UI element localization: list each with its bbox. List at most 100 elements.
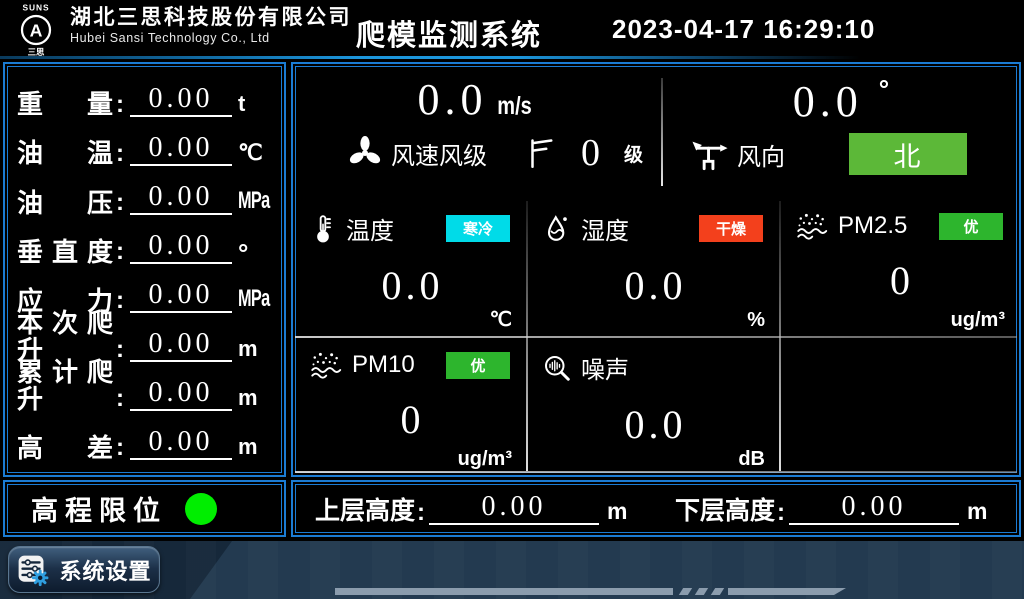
page-title: 爬模监测系统 [356, 12, 542, 54]
wind-level-unit: 级 [624, 140, 643, 167]
colon: : [116, 238, 124, 266]
measure-value: 0.00 [149, 328, 214, 359]
system-settings-label: 系统设置 [59, 554, 151, 586]
measure-row-verticality: 垂直度: 0.00 ° [17, 222, 274, 266]
sensor-cell-temperature: 温度 寒冷 0.0 ℃ [293, 197, 526, 336]
sensor-value: 0.0 [542, 401, 769, 448]
status-badge-good: 优 [939, 213, 1003, 240]
datetime-display: 2023-04-17 16:29:10 [612, 14, 875, 45]
sliders-gear-icon [16, 553, 50, 587]
svg-text:A: A [30, 21, 43, 41]
measure-unit: m [238, 336, 274, 364]
header: SUNS A 三思 湖北三思科技股份有限公司 Hubei Sansi Techn… [0, 0, 1024, 59]
colon: : [777, 499, 785, 527]
sensor-cell-pm10: PM10 优 0 ug/m³ [293, 336, 526, 475]
measure-value-field: 0.00 [130, 328, 232, 362]
sensor-cell-noise: 噪声 0.0 dB [526, 336, 779, 475]
measure-value: 0.00 [149, 181, 214, 212]
status-badge-good: 优 [446, 352, 510, 379]
sensor-value: 0.0 [542, 262, 769, 309]
sensor-unit: dB [738, 448, 765, 471]
colon: : [116, 91, 124, 119]
sensor-unit: ug/m³ [458, 448, 512, 471]
climbing-formwork-monitor-screen: SUNS A 三思 湖北三思科技股份有限公司 Hubei Sansi Techn… [0, 0, 1024, 599]
colon: : [116, 189, 124, 217]
measure-unit: t [238, 91, 274, 119]
thermometer-icon [309, 213, 337, 245]
measure-row-total-climb: 累计爬升: 0.00 m [17, 369, 274, 413]
measure-row-height-difference: 高差: 0.00 m [17, 418, 274, 462]
status-badge-dry: 干燥 [699, 215, 763, 242]
wind-speed-block: 0.0m/s 风速风级 [293, 64, 661, 197]
wind-vane-icon [691, 136, 729, 172]
measure-label: 油温 [17, 140, 113, 167]
wind-speed-label: 风速风级 [391, 136, 487, 171]
wind-speed-value: 0.0 [417, 75, 487, 124]
company-name-cn: 湖北三思科技股份有限公司 [70, 5, 352, 31]
measure-unit: MPa [238, 285, 274, 315]
colon: : [417, 499, 425, 527]
measure-value-field: 0.00 [130, 279, 232, 313]
grid-divider [295, 336, 1017, 338]
measure-value-field: 0.00 [130, 83, 232, 117]
measure-value-field: 0.00 [130, 181, 232, 215]
elevation-limit-label: 高程限位 [31, 489, 167, 528]
sensor-unit: % [747, 309, 765, 332]
wind-direction-label: 风向 [737, 137, 785, 172]
sensor-cell-pm25: PM2.5 优 0 ug/m³ [779, 197, 1019, 336]
measure-value-field: 0.00 [130, 377, 232, 411]
wind-direction-value: 0.0 [793, 77, 863, 126]
noise-meter-icon [542, 353, 572, 383]
sensor-label: 噪声 [581, 350, 629, 385]
company-logo-icon: SUNS A 三思 [8, 2, 64, 58]
decorative-stripe [728, 588, 846, 595]
upper-level-unit: m [607, 498, 627, 527]
wind-section: 0.0m/s 风速风级 [293, 64, 1019, 197]
level-heights-panel: 上层高度: 0.00 m 下层高度: 0.00 m [291, 480, 1021, 537]
colon: : [116, 140, 124, 168]
sensor-grid: 温度 寒冷 0.0 ℃ 湿度 干燥 [293, 197, 1019, 475]
upper-level-label: 上层高度 [315, 491, 415, 527]
colon: : [116, 434, 124, 462]
measure-value-field: 0.00 [130, 426, 232, 460]
measure-unit: m [238, 434, 274, 462]
upper-level-value: 0.00 [482, 491, 547, 522]
colon: : [116, 336, 124, 364]
measure-row-oil-pressure: 油压: 0.00 MPa [17, 173, 274, 217]
measure-label: 累计爬升 [17, 359, 113, 414]
sensor-cell-humidity: 湿度 干燥 0.0 % [526, 197, 779, 336]
measure-value: 0.00 [149, 279, 214, 310]
elevation-limit-panel: 高程限位 [3, 480, 286, 537]
wind-level-flag-icon [525, 136, 555, 170]
water-drop-icon [542, 213, 572, 245]
status-badge-cold: 寒冷 [446, 215, 510, 242]
measure-unit: m [238, 385, 274, 413]
decorative-stripe [335, 588, 673, 595]
lower-level-unit: m [967, 498, 987, 527]
sensor-label: 湿度 [581, 211, 629, 246]
sensor-label: PM10 [352, 351, 415, 379]
svg-text:SUNS: SUNS [22, 2, 49, 12]
measure-value: 0.00 [149, 426, 214, 457]
sensor-value: 0 [309, 396, 516, 443]
system-settings-button[interactable]: 系统设置 [8, 546, 160, 593]
measure-label: 油压 [17, 190, 113, 217]
measure-unit: MPa [238, 187, 274, 217]
lower-level-label: 下层高度 [675, 491, 775, 527]
sensor-unit: ℃ [490, 307, 512, 332]
fan-icon [347, 135, 383, 171]
bottom-toolbar: 系统设置 [0, 541, 1024, 599]
measurements-panel: 重量: 0.00 t 油温: 0.00 ℃ 油压: 0.00 MPa 垂直度: … [3, 62, 286, 477]
lower-level-group: 下层高度: 0.00 m [675, 491, 1001, 527]
measure-row-oil-temp: 油温: 0.00 ℃ [17, 124, 274, 168]
upper-level-group: 上层高度: 0.00 m [315, 491, 641, 527]
measure-value: 0.00 [149, 230, 214, 261]
dust-particles-icon [309, 350, 343, 380]
sensor-value: 0.0 [309, 262, 516, 309]
colon: : [116, 287, 124, 315]
elevation-limit-status-indicator [185, 493, 217, 525]
measure-value: 0.00 [149, 377, 214, 408]
lower-level-value-field: 0.00 [789, 491, 959, 525]
measure-label: 重量 [17, 91, 113, 118]
measure-label: 本次爬升 [17, 310, 113, 365]
